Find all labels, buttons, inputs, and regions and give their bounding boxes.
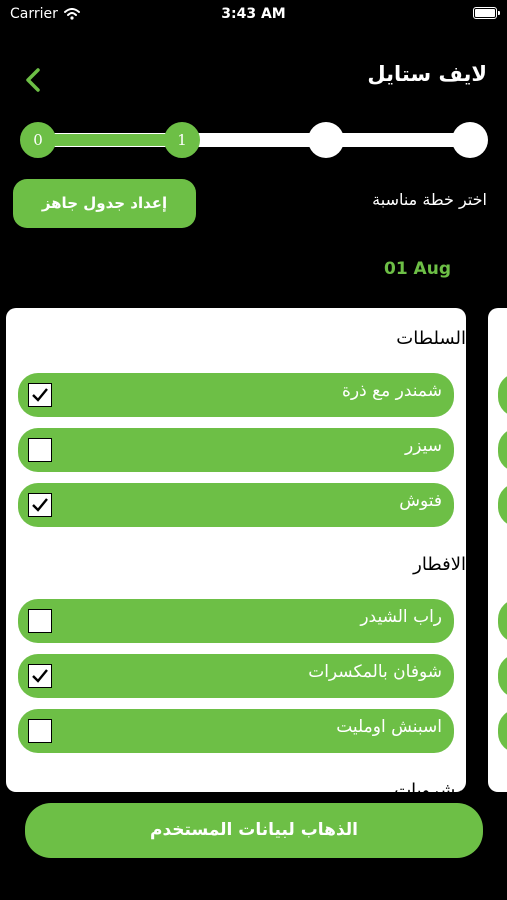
peek-meal-item	[498, 709, 507, 753]
meal-name: فتوش	[399, 491, 442, 511]
stepper-track-fill	[38, 134, 182, 146]
user-data-button[interactable]: الذهاب لبيانات المستخدم	[25, 803, 483, 858]
meal-item[interactable]: اسبنش اومليت	[18, 709, 454, 753]
status-time: 3:43 AM	[221, 6, 286, 22]
meal-item[interactable]: شوفان بالمكسرات	[18, 654, 454, 698]
page-title: لايف ستايل	[367, 62, 487, 86]
day-card: السلطات شمندر مع ذرة سيزر فتوش الافطار ر…	[6, 308, 466, 792]
step-0[interactable]: 0	[20, 122, 56, 158]
meal-item[interactable]: راب الشيدر	[18, 599, 454, 643]
meal-checkbox[interactable]	[28, 609, 52, 633]
battery-icon	[473, 7, 500, 19]
status-bar: Carrier 3:43 AM	[0, 0, 507, 28]
step-2[interactable]	[308, 122, 344, 158]
checkmark-icon	[32, 669, 48, 683]
peek-meal-item	[498, 428, 507, 472]
meal-name: سيزر	[405, 436, 442, 456]
meal-name: شوفان بالمكسرات	[308, 662, 442, 682]
meal-item[interactable]: سيزر	[18, 428, 454, 472]
section-title-salads: السلطات	[396, 328, 466, 349]
checkmark-icon	[32, 388, 48, 402]
ready-schedule-button[interactable]: إعداد جدول جاهز	[13, 179, 196, 228]
meal-checkbox[interactable]	[28, 493, 52, 517]
peek-meal-item	[498, 373, 507, 417]
back-button[interactable]	[20, 66, 48, 94]
step-3[interactable]	[452, 122, 488, 158]
date-label: 01 Aug	[383, 259, 451, 279]
section-title-breakfast: الافطار	[413, 554, 466, 575]
section-title-drinks: مشروبات	[394, 780, 466, 792]
meal-checkbox[interactable]	[28, 383, 52, 407]
meal-name: راب الشيدر	[360, 607, 442, 627]
meal-checkbox[interactable]	[28, 664, 52, 688]
chevron-left-icon	[26, 68, 40, 92]
step-1[interactable]: 1	[164, 122, 200, 158]
meal-name: اسبنش اومليت	[336, 717, 442, 737]
checkmark-icon	[32, 498, 48, 512]
next-day-card[interactable]	[488, 308, 507, 792]
plan-label: اختر خطة مناسبة	[372, 190, 487, 209]
meal-checkbox[interactable]	[28, 719, 52, 743]
meal-checkbox[interactable]	[28, 438, 52, 462]
peek-meal-item	[498, 599, 507, 643]
meal-name: شمندر مع ذرة	[342, 381, 442, 401]
peek-meal-item	[498, 483, 507, 527]
meal-item[interactable]: شمندر مع ذرة	[18, 373, 454, 417]
meal-item[interactable]: فتوش	[18, 483, 454, 527]
progress-stepper: 0 1	[18, 120, 490, 162]
peek-meal-item	[498, 654, 507, 698]
